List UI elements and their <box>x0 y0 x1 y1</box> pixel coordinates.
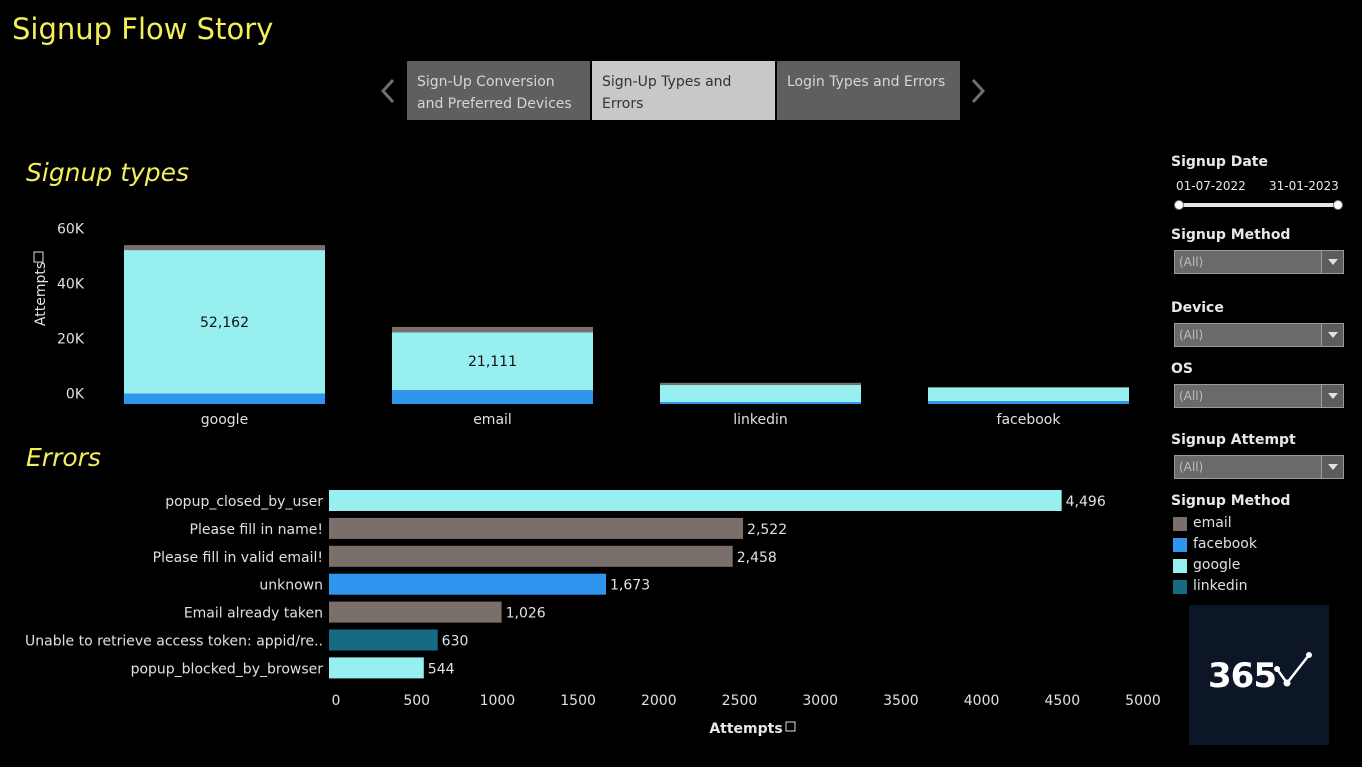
bar-segment-facebook-facebook <box>928 401 1129 404</box>
y-tick-label: 40K <box>57 277 85 293</box>
x-tick-label: 4000 <box>964 693 1000 709</box>
signup-method-filter-label: Signup Method <box>1171 227 1291 243</box>
error-category-label: Please fill in name! <box>190 522 323 538</box>
signup-types-chart: 0K 20K 40K 60K Attempts google 52,162 email 21,1… <box>33 222 1129 428</box>
legend-label: email <box>1193 515 1232 531</box>
chevron-down-icon[interactable] <box>1321 385 1343 407</box>
legend-swatch <box>1173 559 1187 573</box>
data-label: 21,111 <box>468 354 517 370</box>
error-value-label: 1,026 <box>506 606 546 622</box>
dropdown-value: (All) <box>1179 389 1204 403</box>
y-tick-label: 0K <box>66 387 85 403</box>
x-axis-label: Attempts <box>709 721 782 737</box>
error-bar <box>329 573 607 595</box>
legend-label: facebook <box>1193 536 1257 552</box>
bar-segment-email-linkedin <box>660 382 861 386</box>
legend-label: linkedin <box>1193 578 1248 594</box>
bar-segment-facebook-google <box>124 393 325 404</box>
error-category-label: Please fill in valid email! <box>153 550 323 566</box>
check-mark-icon <box>1274 652 1312 687</box>
error-bar <box>329 657 424 679</box>
x-tick-label: 3500 <box>883 693 919 709</box>
x-tick-label: 2000 <box>641 693 677 709</box>
charts-canvas: 0K 20K 40K 60K Attempts google 52,162 email 21,1… <box>25 222 1161 737</box>
date-range-slider[interactable] <box>1178 203 1340 207</box>
y-axis-label: Attempts <box>33 262 49 326</box>
error-value-label: 544 <box>428 661 455 677</box>
legend-swatch <box>1173 517 1187 531</box>
legend-label: google <box>1193 557 1241 573</box>
y-tick-label: 20K <box>57 332 85 348</box>
error-category-label: unknown <box>259 578 323 594</box>
os-dropdown[interactable]: (All) <box>1174 384 1344 408</box>
error-category-label: popup_closed_by_user <box>165 494 323 510</box>
device-dropdown[interactable]: (All) <box>1174 323 1344 347</box>
chevron-down-icon[interactable] <box>1321 324 1343 346</box>
error-value-label: 2,522 <box>747 522 787 538</box>
error-value-label: 1,673 <box>610 578 650 594</box>
sort-icon <box>33 251 44 263</box>
error-category-label: popup_blocked_by_browser <box>131 661 324 677</box>
x-tick-label: 2500 <box>722 693 758 709</box>
bar-segment-google-facebook <box>928 387 1129 402</box>
x-tick-label: 3000 <box>802 693 838 709</box>
error-value-label: 630 <box>442 634 469 650</box>
x-tick-label: 0 <box>332 693 341 709</box>
bar-segment-google-linkedin <box>660 385 861 403</box>
bar-segment-facebook-linkedin <box>660 402 861 404</box>
error-category-label: Email already taken <box>184 606 323 622</box>
error-value-label: 4,496 <box>1066 494 1106 510</box>
legend-title: Signup Method <box>1171 493 1291 509</box>
signup-attempt-filter-label: Signup Attempt <box>1171 432 1296 448</box>
errors-chart: popup_closed_by_user 4,496 Please fill in … <box>25 490 1161 737</box>
signup-attempt-dropdown[interactable]: (All) <box>1174 455 1344 479</box>
date-slider-end-handle[interactable] <box>1333 200 1343 210</box>
bar-segment-facebook-email <box>392 390 593 404</box>
x-tick-label: google <box>201 412 248 428</box>
error-value-label: 2,458 <box>737 550 777 566</box>
x-tick-label: 4500 <box>1044 693 1080 709</box>
error-bar <box>329 517 744 539</box>
date-start: 01-07-2022 <box>1176 179 1246 193</box>
logo: 365 <box>1189 605 1329 745</box>
error-bar <box>329 601 502 623</box>
x-tick-label: 1000 <box>480 693 516 709</box>
dropdown-value: (All) <box>1179 460 1204 474</box>
x-tick-label: 5000 <box>1125 693 1161 709</box>
error-bar <box>329 545 733 567</box>
y-tick-label: 60K <box>57 222 85 238</box>
bar-segment-email-email <box>392 326 593 333</box>
chevron-down-icon[interactable] <box>1321 251 1343 273</box>
error-bar <box>329 629 438 651</box>
legend-swatch <box>1173 580 1187 594</box>
x-tick-label: facebook <box>997 412 1062 428</box>
signup-method-dropdown[interactable]: (All) <box>1174 250 1344 274</box>
bar-segment-email-google <box>124 245 325 251</box>
error-category-label: Unable to retrieve access token: appid/r… <box>25 634 323 650</box>
dropdown-value: (All) <box>1179 255 1204 269</box>
device-filter-label: Device <box>1171 300 1224 316</box>
date-slider-start-handle[interactable] <box>1174 200 1184 210</box>
error-bar <box>329 490 1062 511</box>
x-tick-label: linkedin <box>733 412 788 428</box>
os-filter-label: OS <box>1171 361 1193 377</box>
x-tick-label: 1500 <box>560 693 596 709</box>
x-tick-label: email <box>473 412 512 428</box>
x-tick-label: 500 <box>403 693 430 709</box>
data-label: 52,162 <box>200 315 249 331</box>
legend-swatch <box>1173 538 1187 552</box>
date-end: 31-01-2023 <box>1269 179 1339 193</box>
sort-icon <box>785 721 796 732</box>
chevron-down-icon[interactable] <box>1321 456 1343 478</box>
dropdown-value: (All) <box>1179 328 1204 342</box>
signup-date-label: Signup Date <box>1171 154 1268 170</box>
logo-text: 365 <box>1208 656 1277 696</box>
